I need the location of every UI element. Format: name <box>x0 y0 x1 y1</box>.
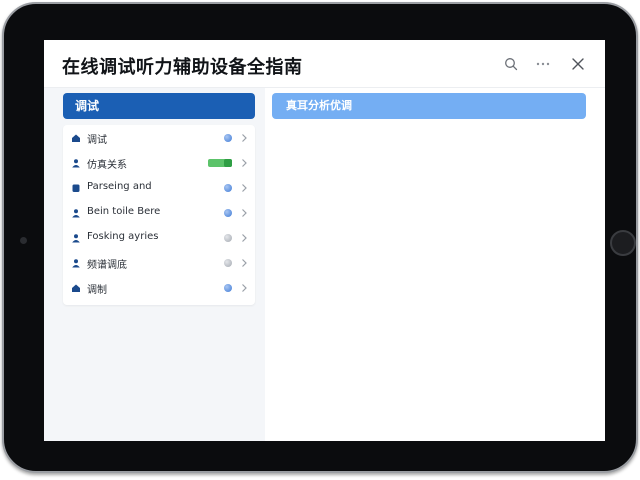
camera-icon <box>20 237 27 244</box>
settings-menu: 调试 仿真关系 Parseing and Bein toile Bere Fos… <box>63 125 255 305</box>
menu-item-label: Bein toile Bere <box>87 206 161 217</box>
app-screen: 在线调试听力辅助设备全指南 调试 调试 仿真关系 Parseing and Be… <box>44 40 605 441</box>
content-area: 调试 调试 仿真关系 Parseing and Bein toile Bere … <box>44 88 605 441</box>
status-dot <box>224 184 232 192</box>
menu-item-label: Fosking ayries <box>87 231 159 242</box>
menu-item-label: 调试 <box>87 135 107 146</box>
detail-panel: 真耳分析优调 <box>265 88 605 441</box>
menu-item-label: 频谱调底 <box>87 260 127 271</box>
status-dot <box>224 284 232 292</box>
app-header: 在线调试听力辅助设备全指南 <box>44 40 605 88</box>
menu-item-modulation[interactable]: 调制 <box>63 276 255 301</box>
menu-item-simulation[interactable]: 仿真关系 <box>63 151 255 176</box>
chevron-right-icon <box>242 184 247 192</box>
chevron-right-icon <box>242 259 247 267</box>
chevron-right-icon <box>242 159 247 167</box>
person-icon <box>72 234 80 243</box>
menu-item-bein[interactable]: Bein toile Bere <box>63 201 255 226</box>
person-icon <box>72 209 80 218</box>
status-dot <box>224 134 232 142</box>
search-icon[interactable] <box>501 54 521 74</box>
status-dot <box>224 234 232 242</box>
menu-item-parsing[interactable]: Parseing and <box>63 176 255 201</box>
person-icon <box>72 159 80 168</box>
menu-item-label: Parseing and <box>87 181 152 192</box>
detail-panel-header[interactable]: 真耳分析优调 <box>272 93 586 119</box>
menu-item-fosking[interactable]: Fosking ayries <box>63 226 255 251</box>
status-dot <box>224 259 232 267</box>
home-icon <box>72 134 80 142</box>
page-title: 在线调试听力辅助设备全指南 <box>62 57 303 78</box>
chevron-right-icon <box>242 234 247 242</box>
menu-item-debug[interactable]: 调试 <box>63 126 255 151</box>
menu-item-label: 仿真关系 <box>87 160 127 171</box>
more-icon[interactable] <box>533 54 553 74</box>
menu-item-spectrum[interactable]: 频谱调底 <box>63 251 255 276</box>
close-icon[interactable] <box>568 54 588 74</box>
tablet-frame: 在线调试听力辅助设备全指南 调试 调试 仿真关系 Parseing and Be… <box>2 2 638 473</box>
chevron-right-icon <box>242 134 247 142</box>
toggle-switch[interactable] <box>208 159 232 167</box>
device-icon <box>72 184 80 192</box>
chevron-right-icon <box>242 209 247 217</box>
left-panel-header[interactable]: 调试 <box>63 93 255 119</box>
home-button[interactable] <box>610 230 636 256</box>
status-dot <box>224 209 232 217</box>
chevron-right-icon <box>242 284 247 292</box>
person-icon <box>72 259 80 268</box>
menu-item-label: 调制 <box>87 285 107 296</box>
home-icon <box>72 284 80 292</box>
